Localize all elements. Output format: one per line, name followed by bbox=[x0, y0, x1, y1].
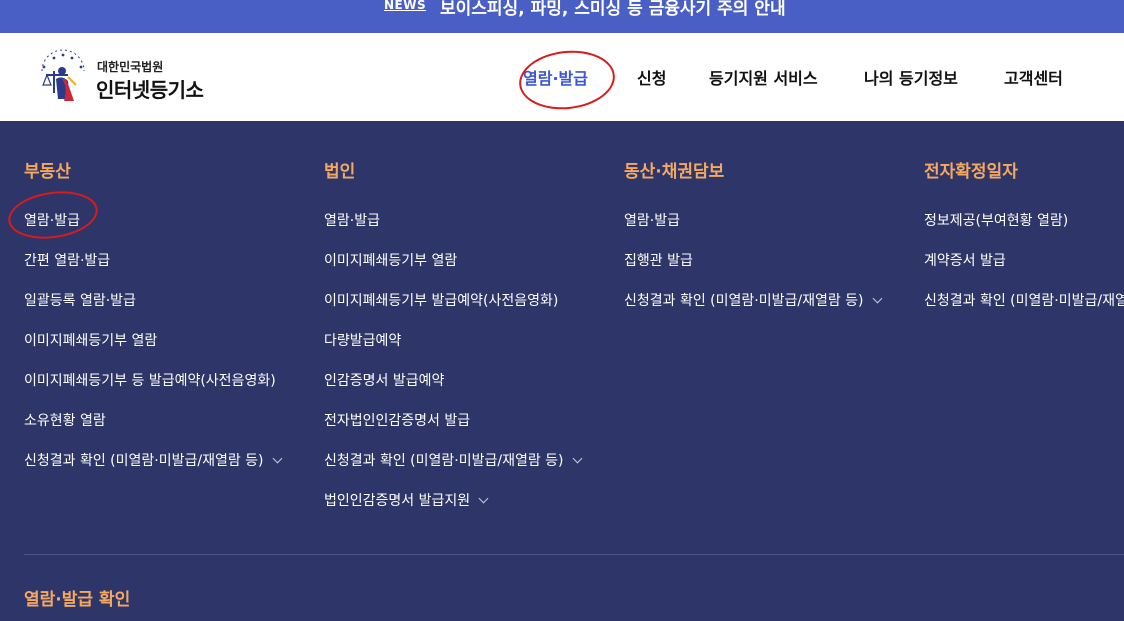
nav-my-registry-info[interactable]: 나의 등기정보 bbox=[864, 65, 958, 89]
menu-item-label: 신청결과 확인 (미열람·미발급/재열람 등) bbox=[624, 293, 864, 309]
menu-section-verify-title: 열람·발급 확인 bbox=[24, 590, 131, 610]
menu-item[interactable]: 계약증서 발급 bbox=[924, 250, 1006, 270]
nav-support-services[interactable]: 등기지원 서비스 bbox=[709, 65, 818, 89]
chevron-down-icon bbox=[572, 453, 582, 464]
menu-item[interactable]: 이미지폐쇄등기부 등 발급예약(사전음영화) bbox=[24, 370, 276, 390]
menu-item-expandable[interactable]: 신청결과 확인 (미열람·미발급/재열람 등) bbox=[24, 450, 282, 470]
news-headline[interactable]: 보이스피싱, 파밍, 스미싱 등 금융사기 주의 안내 bbox=[440, 0, 786, 19]
chevron-down-icon bbox=[272, 453, 282, 464]
menu-item[interactable]: 다량발급예약 bbox=[324, 330, 401, 350]
menu-item[interactable]: 정보제공(부여현황 열람) bbox=[924, 210, 1068, 230]
menu-item[interactable]: 신청결과 확인 (미열람·미발급/재열람/미 bbox=[924, 290, 1124, 310]
nav-customer-center[interactable]: 고객센터 bbox=[1004, 65, 1063, 89]
logo-org-name: 대한민국법원 bbox=[97, 60, 164, 74]
menu-item[interactable]: 전자법인인감증명서 발급 bbox=[324, 410, 470, 430]
annotation-circle bbox=[5, 185, 101, 245]
chevron-down-icon bbox=[872, 293, 882, 304]
menu-item[interactable]: 간편 열람·발급 bbox=[24, 250, 110, 270]
menu-item[interactable]: 이미지폐쇄등기부 발급예약(사전음영화) bbox=[324, 290, 558, 310]
chevron-down-icon bbox=[478, 493, 489, 504]
menu-item-label: 신청결과 확인 (미열람·미발급/재열람 등) bbox=[324, 453, 564, 469]
menu-divider bbox=[24, 554, 1124, 555]
site-header: 대한민국법원 인터넷등기소 열람·발급 신청 등기지원 서비스 나의 등기정보 … bbox=[0, 33, 1124, 121]
menu-item[interactable]: 일괄등록 열람·발급 bbox=[24, 290, 136, 310]
menu-col-e-date-title: 전자확정일자 bbox=[924, 162, 1018, 182]
news-banner[interactable]: NEWS 보이스피싱, 파밍, 스미싱 등 금융사기 주의 안내 bbox=[0, 0, 1124, 33]
menu-item-label: 법인인감증명서 발급지원 bbox=[324, 493, 471, 509]
menu-item-label: 신청결과 확인 (미열람·미발급/재열람 등) bbox=[24, 453, 264, 469]
menu-item[interactable]: 인감증명서 발급예약 bbox=[324, 370, 444, 390]
annotation-circle bbox=[516, 46, 618, 114]
menu-item[interactable]: 열람·발급 bbox=[324, 210, 380, 230]
menu-item[interactable]: 소유현황 열람 bbox=[24, 410, 106, 430]
logo-site-name[interactable]: 인터넷등기소 bbox=[96, 74, 204, 103]
mega-menu: 부동산 열람·발급 간편 열람·발급 일괄등록 열람·발급 이미지폐쇄등기부 열… bbox=[0, 121, 1124, 621]
menu-item-expandable[interactable]: 신청결과 확인 (미열람·미발급/재열람 등) bbox=[624, 290, 882, 310]
nav-apply[interactable]: 신청 bbox=[637, 65, 666, 89]
menu-item-expandable[interactable]: 법인인감증명서 발급지원 bbox=[324, 490, 489, 510]
court-emblem-icon[interactable] bbox=[34, 49, 92, 107]
menu-col-corporation-title: 법인 bbox=[324, 162, 356, 182]
menu-item[interactable]: 이미지폐쇄등기부 열람 bbox=[24, 330, 157, 350]
menu-col-movable-title: 동산·채권담보 bbox=[624, 162, 725, 182]
news-tag: NEWS bbox=[384, 0, 427, 12]
menu-item[interactable]: 집행관 발급 bbox=[624, 250, 693, 270]
menu-item-expandable[interactable]: 신청결과 확인 (미열람·미발급/재열람 등) bbox=[324, 450, 582, 470]
menu-item[interactable]: 이미지폐쇄등기부 열람 bbox=[324, 250, 457, 270]
menu-item[interactable]: 열람·발급 bbox=[624, 210, 680, 230]
menu-col-real-estate-title: 부동산 bbox=[24, 162, 71, 182]
